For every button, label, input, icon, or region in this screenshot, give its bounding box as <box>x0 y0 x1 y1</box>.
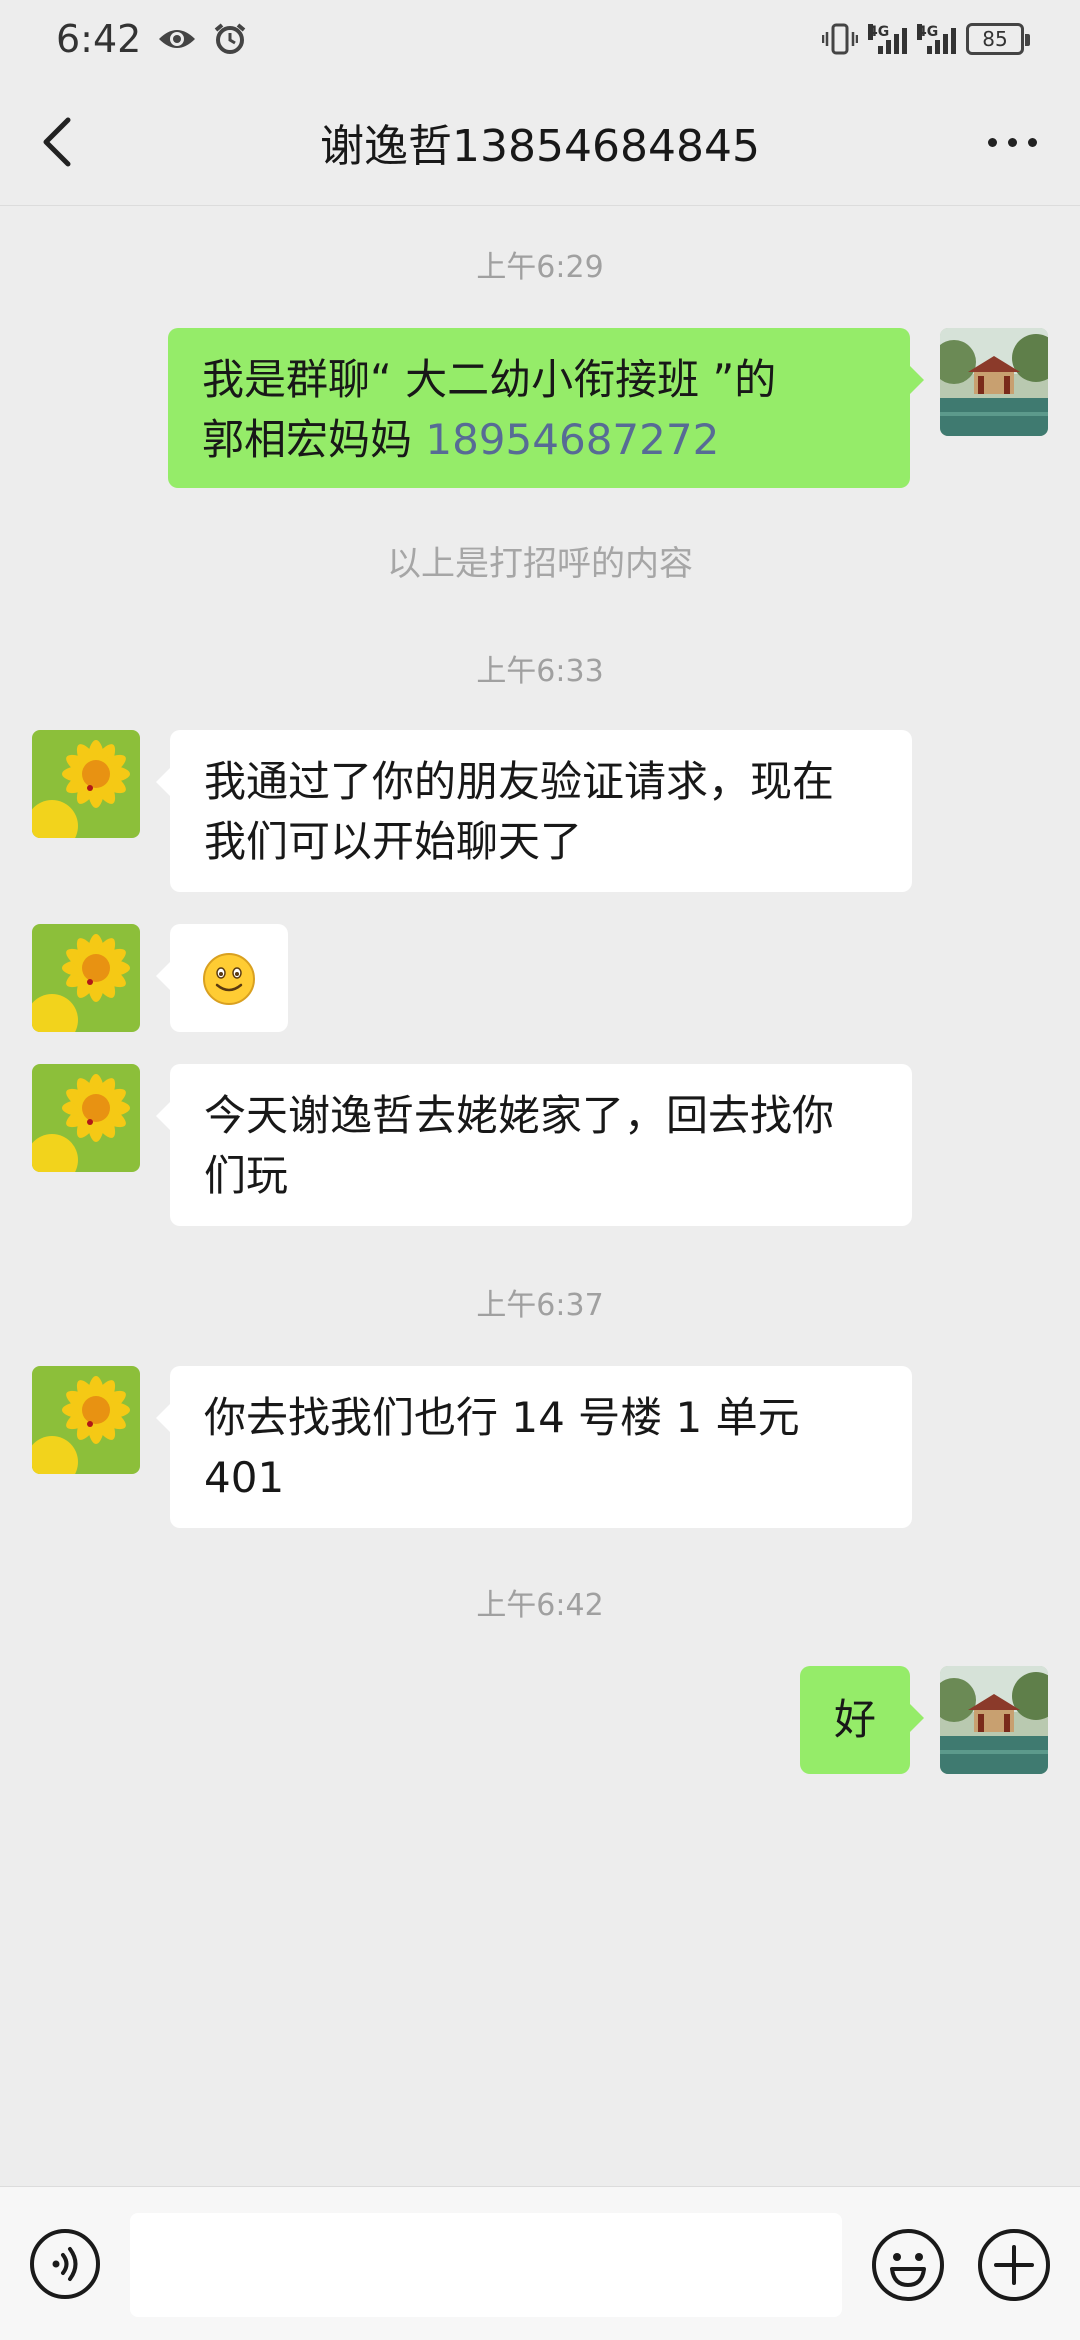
network-label-2: 4G <box>917 24 939 40</box>
smile-emoji <box>203 953 255 1005</box>
emoji-icon <box>872 2229 944 2301</box>
signal-icon: 4G <box>868 24 907 54</box>
voice-button[interactable] <box>28 2227 102 2301</box>
network-label-1: 4G <box>868 24 890 40</box>
contact-avatar[interactable] <box>32 1064 140 1172</box>
message-text: 今天谢逸哲去姥姥家了，回去找你 <box>204 1091 835 1140</box>
message-bubble-incoming[interactable]: 我通过了你的朋友验证请求，现在 我们可以开始聊天了 <box>156 730 912 892</box>
timestamp: 上午6:29 <box>476 250 604 285</box>
message-text: 郭相宏妈妈 <box>202 415 426 464</box>
phone-link[interactable]: 18954687272 <box>425 415 719 464</box>
system-note: 以上是打招呼的内容 <box>387 544 693 584</box>
status-bar: 6:42 4G 4G 85 <box>0 0 1080 78</box>
status-time: 6:42 <box>56 17 142 61</box>
more-button[interactable] <box>972 112 1052 172</box>
message-text: 我是群聊“ 大二幼小衔接班 ”的 <box>202 355 777 404</box>
more-icon <box>987 137 997 147</box>
battery-icon: 85 <box>966 23 1030 55</box>
voice-icon <box>30 2229 100 2299</box>
self-avatar[interactable] <box>940 1666 1048 1774</box>
plus-icon <box>978 2229 1050 2301</box>
message-bubble-incoming[interactable] <box>156 924 288 1032</box>
contact-avatar[interactable] <box>32 924 140 1032</box>
chat-title: 谢逸哲13854684845 <box>320 120 760 172</box>
message-text: 401 <box>204 1453 285 1502</box>
sunflower-avatar-image <box>32 730 140 838</box>
message-input[interactable] <box>130 2213 842 2317</box>
battery-level: 85 <box>982 27 1008 51</box>
pavilion-avatar-image <box>940 328 1048 436</box>
signal-icon-2: 4G <box>917 24 956 54</box>
timestamp: 上午6:33 <box>476 654 604 689</box>
sunflower-avatar-image <box>32 924 140 1032</box>
contact-avatar[interactable] <box>32 1366 140 1474</box>
timestamp: 上午6:37 <box>476 1288 604 1323</box>
input-bar <box>0 2186 1080 2340</box>
vibrate-icon <box>822 23 858 55</box>
message-text: 好 <box>833 1695 876 1744</box>
back-icon <box>43 117 71 167</box>
message-bubble-incoming[interactable]: 你去找我们也行 14 号楼 1 单元 401 <box>156 1366 912 1528</box>
sunflower-avatar-image <box>32 1064 140 1172</box>
chat-screen: 6:42 4G 4G 85 谢逸哲13854684845 上午6:29 我是群聊… <box>0 0 1080 2340</box>
contact-avatar[interactable] <box>32 730 140 838</box>
message-bubble-incoming[interactable]: 今天谢逸哲去姥姥家了，回去找你 们玩 <box>156 1064 912 1226</box>
timestamp: 上午6:42 <box>476 1588 604 1623</box>
eye-icon <box>159 30 196 48</box>
message-text: 我通过了你的朋友验证请求，现在 <box>204 757 835 806</box>
pavilion-avatar-image <box>940 1666 1048 1774</box>
message-text: 我们可以开始聊天了 <box>204 817 583 866</box>
alarm-icon <box>215 23 246 54</box>
self-avatar[interactable] <box>940 328 1048 436</box>
sunflower-avatar-image <box>32 1366 140 1474</box>
more-functions-button[interactable] <box>976 2227 1052 2303</box>
message-text: 你去找我们也行 14 号楼 1 单元 <box>204 1393 800 1442</box>
message-text: 们玩 <box>204 1151 289 1200</box>
message-bubble-outgoing[interactable]: 我是群聊“ 大二幼小衔接班 ”的 郭相宏妈妈 18954687272 <box>168 328 924 488</box>
back-button[interactable] <box>30 108 90 176</box>
message-bubble-outgoing[interactable]: 好 <box>800 1666 924 1774</box>
chat-header: 谢逸哲13854684845 <box>0 78 1080 206</box>
emoji-button[interactable] <box>870 2227 946 2303</box>
